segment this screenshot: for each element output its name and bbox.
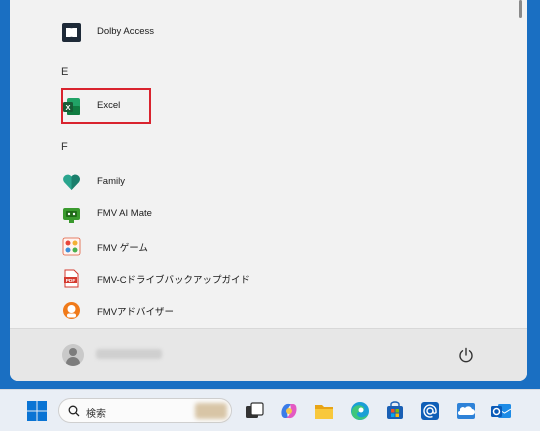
scrollbar-thumb[interactable] xyxy=(519,0,522,18)
app-label: FMVアドバイザー xyxy=(97,307,175,318)
app-label: Family xyxy=(97,176,125,187)
user-name-redacted[interactable] xyxy=(96,349,162,359)
start-menu-panel: Dolby Access E X Excel F Family FMV AI M… xyxy=(10,0,527,381)
start-menu-footer xyxy=(10,328,527,381)
pdf-icon: PDF xyxy=(62,269,81,288)
app-label: Dolby Access xyxy=(97,26,155,37)
mail-icon[interactable] xyxy=(419,400,441,422)
family-icon xyxy=(62,173,81,192)
app-label: FMV AI Mate xyxy=(97,208,152,219)
taskbar-search-box[interactable]: 検索 xyxy=(58,398,232,423)
app-item-fmv-advisor[interactable]: FMVアドバイザー xyxy=(52,296,522,324)
app-item-fmv-ai-mate[interactable]: FMV AI Mate xyxy=(52,200,522,228)
user-avatar-icon[interactable] xyxy=(62,344,84,366)
search-highlight-image xyxy=(195,403,227,419)
file-explorer-icon[interactable] xyxy=(313,400,335,422)
edge-icon[interactable] xyxy=(349,400,371,422)
windows-start-icon[interactable] xyxy=(26,400,48,422)
task-view-icon[interactable] xyxy=(243,400,265,422)
app-label: FMV-Cドライブバックアップガイド xyxy=(97,275,251,286)
copilot-icon[interactable] xyxy=(278,400,300,422)
fmv-game-icon xyxy=(62,237,81,256)
section-header-f[interactable]: F xyxy=(61,141,68,153)
section-header-e[interactable]: E xyxy=(61,66,68,78)
taskbar: 検索 xyxy=(0,389,540,431)
dolby-access-icon xyxy=(62,23,81,42)
app-item-fmv-game[interactable]: FMV ゲーム xyxy=(52,232,522,260)
outlook-icon[interactable] xyxy=(490,400,512,422)
app-label: FMV ゲーム xyxy=(97,243,148,254)
fmv-advisor-icon xyxy=(62,301,81,320)
search-placeholder: 検索 xyxy=(86,409,106,420)
onedrive-icon[interactable] xyxy=(455,400,477,422)
search-icon xyxy=(68,405,80,417)
app-item-family[interactable]: Family xyxy=(52,168,522,196)
app-item-fmv-c-drive-backup-guide[interactable]: PDF FMV-Cドライブバックアップガイド xyxy=(52,264,522,292)
app-item-dolby-access[interactable]: Dolby Access xyxy=(52,18,522,46)
excel-highlight-box xyxy=(61,88,151,124)
fmv-ai-mate-icon xyxy=(62,205,81,224)
store-icon[interactable] xyxy=(384,400,406,422)
svg-text:PDF: PDF xyxy=(66,278,76,284)
power-icon[interactable] xyxy=(457,346,475,364)
